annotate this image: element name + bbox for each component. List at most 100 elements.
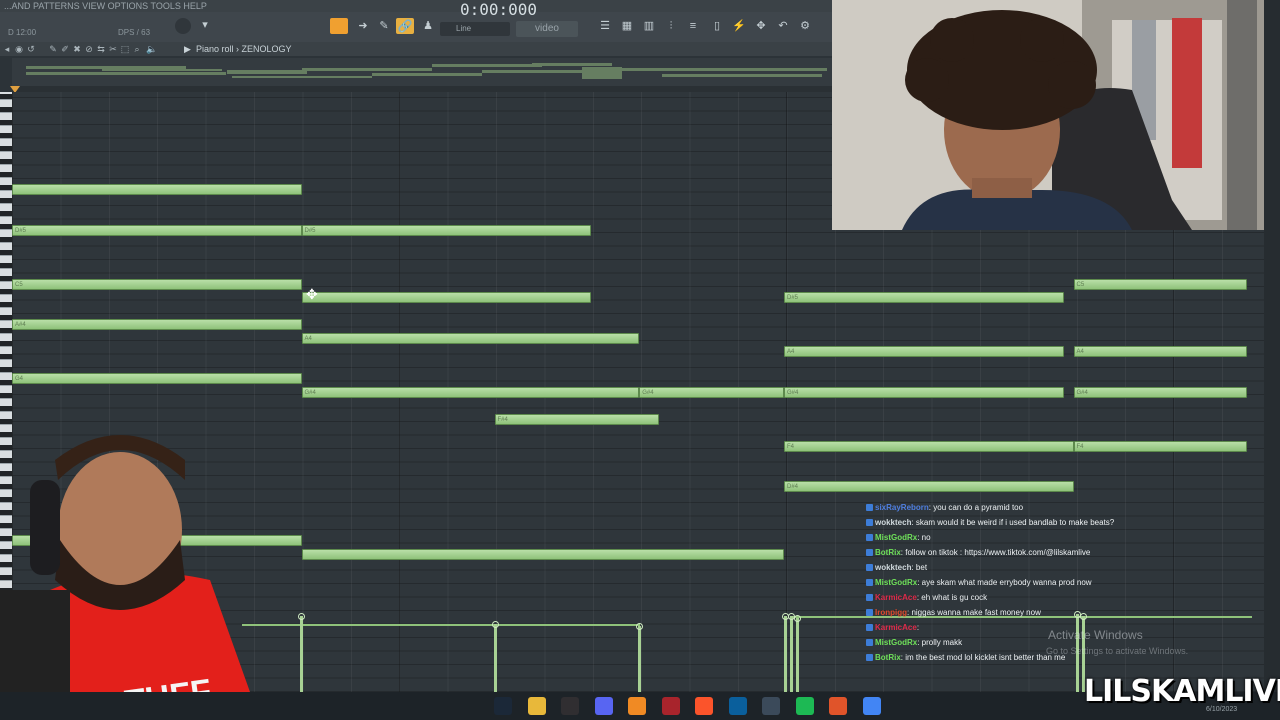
magnet-icon[interactable]: ↺ <box>26 44 36 54</box>
menu-icon[interactable]: ◂ <box>2 44 12 54</box>
piano-roll-icon[interactable]: ▦ <box>620 19 634 33</box>
chat-message: BotRix: follow on tiktok : https://www.t… <box>866 545 1266 560</box>
chat-username: KarmicAce <box>875 593 917 602</box>
pattern-mode-button[interactable] <box>330 18 348 34</box>
note-block[interactable]: D#5 <box>784 292 1064 303</box>
chat-badge-icon <box>866 564 873 572</box>
velocity-bar[interactable] <box>298 613 305 692</box>
velocity-bar[interactable] <box>794 615 801 692</box>
channel-rack-icon[interactable]: ▥ <box>642 19 656 33</box>
fl-studio-icon[interactable] <box>628 697 646 715</box>
spotify-icon[interactable] <box>795 697 814 715</box>
note-overview-strip[interactable] <box>12 58 832 88</box>
chat-text: : skam would it be weird if i used bandl… <box>911 518 1115 527</box>
pencil-icon[interactable]: ✎ <box>377 19 391 33</box>
velocity-bar[interactable] <box>492 621 499 692</box>
draw-tool-icon[interactable]: ✎ <box>48 44 58 54</box>
note-block[interactable]: G4 <box>12 373 302 384</box>
steam-icon[interactable] <box>494 697 512 715</box>
obs-icon[interactable] <box>561 697 579 715</box>
note-block[interactable]: D#4 <box>784 481 1074 492</box>
tools-icon[interactable]: ✥ <box>754 19 768 33</box>
menu-text[interactable]: ...AND PATTERNS VIEW OPTIONS TOOLS HELP <box>4 1 207 11</box>
note-block[interactable]: A#4 <box>12 319 302 330</box>
note-block[interactable]: F4 <box>1073 440 1248 452</box>
note-block[interactable] <box>301 548 784 560</box>
note-label: D#5 <box>15 227 27 234</box>
activate-windows-subtitle[interactable]: Go to Settings to activate Windows. <box>1046 646 1188 656</box>
note-block[interactable]: F#4 <box>494 413 659 425</box>
stamp-icon[interactable]: ♟ <box>421 19 435 33</box>
menu-bar[interactable]: ...AND PATTERNS VIEW OPTIONS TOOLS HELP <box>0 0 832 12</box>
brave-icon[interactable] <box>695 697 713 715</box>
velocity-bar[interactable] <box>782 613 789 692</box>
piano-roll-title: Piano roll › ZENOLOGY <box>196 44 292 54</box>
snap-select[interactable]: Line <box>440 22 510 36</box>
vscode-icon[interactable] <box>728 697 747 715</box>
chat-message: wokktech: skam would it be weird if i us… <box>866 515 1266 530</box>
note-block[interactable]: C5 <box>12 278 302 290</box>
note-block[interactable]: A4 <box>301 332 640 344</box>
master-pitch-knob[interactable] <box>175 18 191 34</box>
file-icon[interactable]: ▯ <box>710 19 724 33</box>
paint-tool-icon[interactable]: ✐ <box>60 44 70 54</box>
cpu-readout: DPS / 63 <box>118 28 151 37</box>
note-block[interactable]: G#4 <box>1073 386 1248 398</box>
note-block[interactable]: D#5 <box>301 224 591 236</box>
zoom-tool-icon[interactable]: ⌕ <box>132 44 142 54</box>
chat-badge-icon <box>866 624 873 632</box>
note-block[interactable]: F4 <box>784 440 1074 452</box>
velocity-bar[interactable] <box>636 623 643 692</box>
app-red-icon[interactable] <box>661 697 680 715</box>
note-block[interactable]: G#4 <box>784 386 1064 398</box>
chat-message: MistGodRx: no <box>866 530 1266 545</box>
chrome-icon[interactable] <box>862 697 881 715</box>
slice-tool-icon[interactable]: ✂ <box>108 44 118 54</box>
play-arrow-icon[interactable]: ▶ <box>184 42 191 56</box>
playlist-icon[interactable]: ☰ <box>598 19 612 33</box>
note-block[interactable] <box>12 184 302 195</box>
chat-message: MistGodRx: aye skam what made errybody w… <box>866 575 1266 590</box>
piano-roll-titlebar[interactable]: ◂ ◉ ↺ ✎ ✐ ✖ ⊘ ⇆ ✂ ⬚ ⌕ 🔈 ▶ Piano roll › Z… <box>0 42 832 56</box>
note-label: D#4 <box>787 484 799 490</box>
mixer-icon[interactable]: ⫶ <box>664 19 678 33</box>
note-label: G#4 <box>304 389 316 396</box>
calculator-icon[interactable] <box>762 697 780 715</box>
velocity-bar[interactable] <box>788 613 795 692</box>
note-label: A4 <box>1076 349 1084 355</box>
discord-icon[interactable] <box>594 697 613 715</box>
chat-text: : you can do a pyramid too <box>928 503 1024 512</box>
note-block[interactable] <box>301 292 591 303</box>
chat-username: MistGodRx <box>875 533 918 542</box>
slip-tool-icon[interactable]: ⇆ <box>96 44 106 54</box>
snap-label: Line <box>456 24 472 33</box>
undo-icon[interactable]: ↶ <box>776 19 790 33</box>
chat-badge-icon <box>866 549 873 557</box>
scrollbar[interactable] <box>1264 0 1280 692</box>
note-block[interactable]: C5 <box>1073 278 1248 290</box>
video-selector[interactable]: video <box>516 21 578 37</box>
orange-app-icon[interactable] <box>829 697 847 715</box>
note-block[interactable]: A4 <box>784 346 1064 357</box>
chat-badge-icon <box>866 519 873 527</box>
note-block[interactable]: A4 <box>1073 346 1248 357</box>
volume-icon[interactable]: ▾ <box>198 18 212 32</box>
select-tool-icon[interactable]: ⬚ <box>120 44 130 54</box>
link-icon[interactable]: 🔗 <box>396 18 414 34</box>
note-label: G4 <box>15 376 24 382</box>
chat-username: KarmicAce <box>875 623 917 632</box>
playback-tool-icon[interactable]: 🔈 <box>146 44 157 54</box>
browser-icon[interactable]: ≡ <box>686 19 700 33</box>
note-label: G#4 <box>787 389 799 396</box>
snap-icon[interactable]: ◉ <box>14 44 24 54</box>
folder-icon[interactable] <box>527 697 546 715</box>
chat-username: Ironpigg <box>875 608 907 617</box>
note-block[interactable]: G#4 <box>639 386 784 398</box>
settings-icon[interactable]: ⚙ <box>798 19 812 33</box>
note-block[interactable]: G#4 <box>301 386 640 398</box>
arrow-right-icon[interactable]: ➜ <box>356 19 370 33</box>
delete-tool-icon[interactable]: ✖ <box>72 44 82 54</box>
mute-tool-icon[interactable]: ⊘ <box>84 44 94 54</box>
plugin-icon[interactable]: ⚡ <box>732 19 746 33</box>
note-block[interactable]: D#5 <box>12 224 302 236</box>
